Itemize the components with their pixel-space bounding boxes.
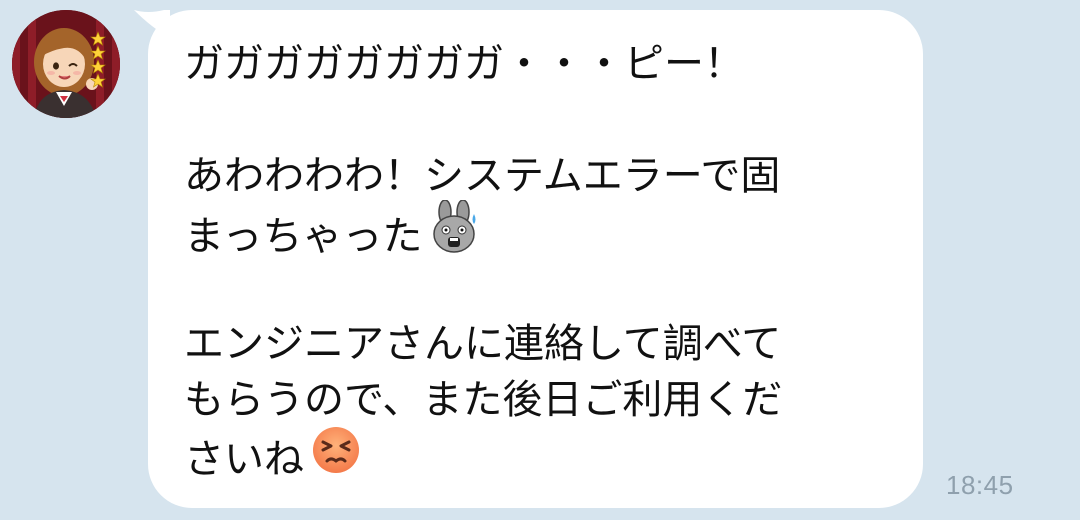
message-line-text: さいね <box>184 436 304 483</box>
message-line-text: まっちゃった <box>184 213 423 260</box>
message-line: まっちゃった <box>184 199 893 260</box>
message-line: さいね <box>184 427 893 484</box>
message-line: あわわわわ！システムエラーで固 <box>184 153 781 199</box>
shocked-rabbit-sticker-icon <box>428 199 480 269</box>
persevering-face-emoji <box>310 424 362 491</box>
sender-avatar[interactable] <box>12 10 120 118</box>
message-line: もらうので、また後日ご利用くだ <box>184 377 783 423</box>
message-line: エンジニアさんに連絡して調べて <box>184 321 782 367</box>
message-bubble[interactable]: ガガガガガガガガ・・・ピー！ あわわわわ！システムエラーで固 まっちゃった エン… <box>148 10 923 508</box>
message-timestamp: 18:45 <box>946 470 1014 500</box>
message-line: ガガガガガガガガ・・・ピー！ <box>184 41 744 87</box>
